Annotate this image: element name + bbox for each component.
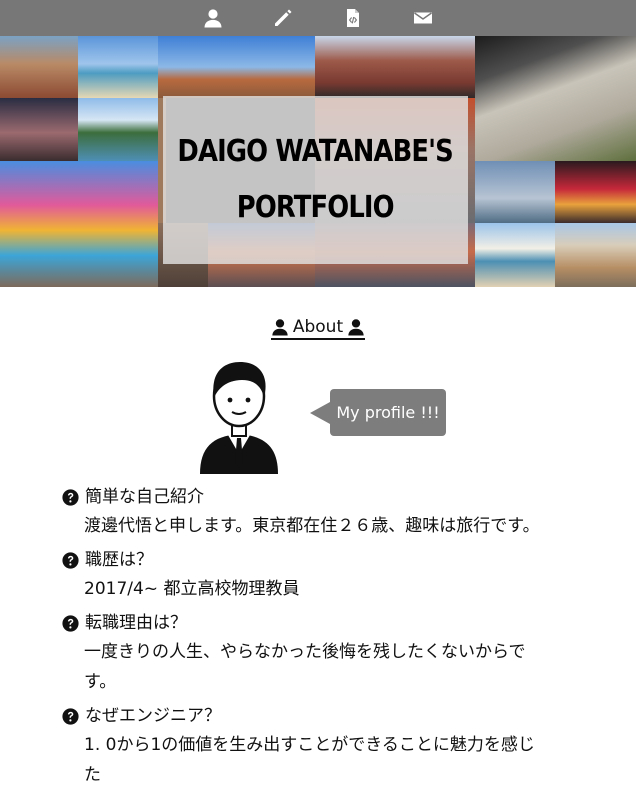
faq-list: 簡単な自己紹介 渡邊代悟と申します。東京都在住２６歳、趣味は旅行です。 職歴は？… xyxy=(62,484,582,796)
faq-answer: 渡邊代悟と申します。東京都在住２６歳、趣味は旅行です。 xyxy=(84,516,540,536)
profile-avatar xyxy=(200,362,278,474)
top-nav xyxy=(0,0,636,36)
collage-photo-beach xyxy=(78,36,158,98)
collage-photo-carnival xyxy=(0,161,158,287)
user-icon xyxy=(272,319,288,336)
envelope-icon xyxy=(414,12,432,24)
user-icon xyxy=(348,319,364,336)
nav-blog-link[interactable] xyxy=(248,0,318,36)
nav-profile-link[interactable] xyxy=(178,0,248,36)
faq-item: 転職理由は？ 一度きりの人生、やらなかった後悔を残したくないからです。 xyxy=(62,610,582,697)
faq-item: 職歴は？ 2017/4~ 都立高校物理教員 xyxy=(62,547,582,604)
about-section-header: About xyxy=(0,317,636,340)
collage-photo-marina-bay xyxy=(475,161,555,223)
hero-title-line2: PORTFOLIO xyxy=(237,190,395,225)
faq-item: なぜエンジニア？ 1. 0から1の価値を生み出すことができることに魅力を感じた xyxy=(62,703,582,790)
hero-collage: DAIGO WATANABE'S PORTFOLIO xyxy=(0,36,636,287)
collage-photo-santa-monica xyxy=(475,223,555,287)
collage-photo-night-street xyxy=(555,161,636,223)
about-label: About xyxy=(292,317,344,337)
profile-speech-bubble: My profile !!! xyxy=(310,389,446,436)
question-circle-icon xyxy=(62,708,79,725)
collage-photo-desert-ruins xyxy=(0,36,78,98)
about-link[interactable]: About xyxy=(270,317,366,340)
faq-question: 職歴は？ xyxy=(85,550,153,570)
faq-question: なぜエンジニア？ xyxy=(85,706,221,726)
code-file-icon xyxy=(347,9,359,27)
nav-code-link[interactable] xyxy=(318,0,388,36)
question-circle-icon xyxy=(62,615,79,632)
faq-answer: 2017/4~ 都立高校物理教員 xyxy=(84,579,300,599)
nav-contact-link[interactable] xyxy=(388,0,458,36)
question-circle-icon xyxy=(62,489,79,506)
faq-question: 簡単な自己紹介 xyxy=(85,487,204,507)
faq-question: 転職理由は？ xyxy=(85,613,187,633)
hero-title-box: DAIGO WATANABE'S PORTFOLIO xyxy=(163,96,468,264)
hero-title-line1: DAIGO WATANABE'S xyxy=(177,134,454,169)
collage-photo-temple xyxy=(315,36,475,98)
faq-answer: 一度きりの人生、やらなかった後悔を残したくないからです。 xyxy=(84,642,526,692)
question-circle-icon xyxy=(62,552,79,569)
pencil-icon xyxy=(275,9,292,26)
collage-photo-red-rocks xyxy=(158,36,315,98)
user-icon xyxy=(204,9,222,28)
collage-photo-cliffs xyxy=(475,36,636,161)
collage-photo-colosseum xyxy=(555,223,636,287)
faq-item: 簡単な自己紹介 渡邊代悟と申します。東京都在住２６歳、趣味は旅行です。 xyxy=(62,484,582,541)
faq-answer: 1. 0から1の価値を生み出すことができることに魅力を感じた xyxy=(84,735,535,785)
collage-photo-lake xyxy=(78,98,158,161)
collage-photo-theme-park xyxy=(0,98,78,161)
